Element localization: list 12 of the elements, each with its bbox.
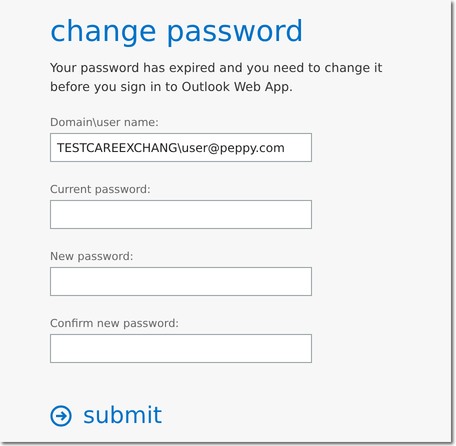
input-field[interactable]	[50, 200, 312, 229]
field-label: Current password:	[50, 183, 151, 197]
input-field[interactable]: TESTCAREEXCHANG\user@peppy.com	[50, 133, 312, 162]
field-label: Confirm new password:	[50, 317, 180, 331]
input-field[interactable]	[50, 334, 312, 363]
arrow-circle-icon	[50, 405, 72, 427]
field-label: New password:	[50, 250, 134, 264]
input-field[interactable]	[50, 267, 312, 296]
field-label: Domain\user name:	[50, 116, 159, 130]
submit-button[interactable]: submit	[50, 403, 162, 429]
description-text: Your password has expired and you need to change it before you sign in to Outlook Web App.	[50, 59, 384, 96]
page-title: change password	[50, 13, 304, 50]
